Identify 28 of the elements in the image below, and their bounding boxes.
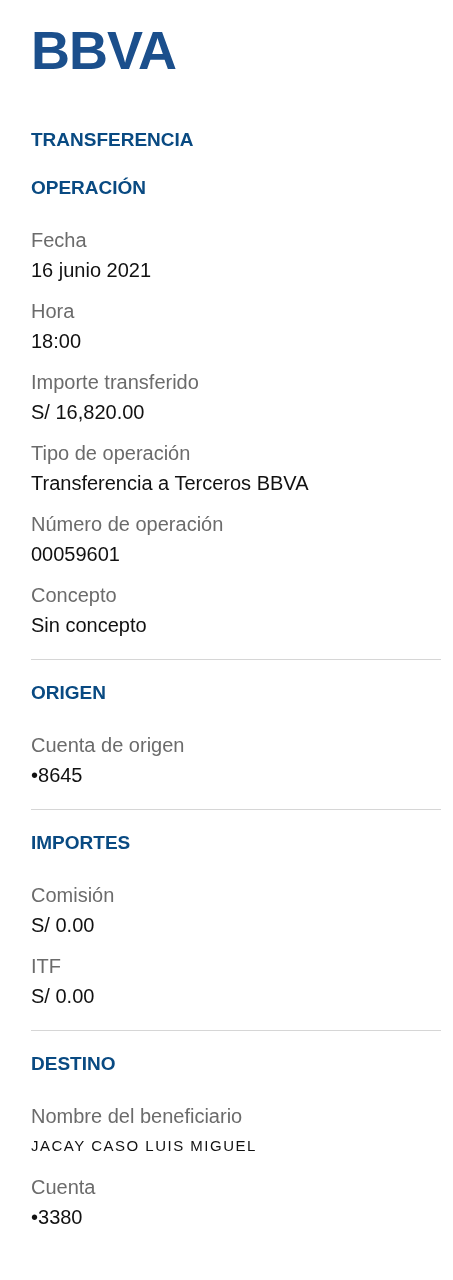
page-title: TRANSFERENCIA xyxy=(31,128,194,152)
field-value: •3380 xyxy=(31,1205,83,1230)
field-value: 00059601 xyxy=(31,542,120,567)
field-value: S/ 0.00 xyxy=(31,984,95,1009)
section-heading: IMPORTES xyxy=(31,831,131,855)
field-label: Comisión xyxy=(31,883,115,908)
field-value: •8645 xyxy=(31,763,83,788)
field-label: Concepto xyxy=(31,583,117,608)
field-label: Fecha xyxy=(31,228,87,253)
field-label: Cuenta de origen xyxy=(31,733,185,758)
field-value: Transferencia a Terceros BBVA xyxy=(31,471,309,496)
section-heading: ORIGEN xyxy=(31,681,106,705)
field-label: Cuenta xyxy=(31,1175,96,1200)
field-value: S/ 16,820.00 xyxy=(31,400,145,425)
field-value: Sin concepto xyxy=(31,613,147,638)
field-value: 16 junio 2021 xyxy=(31,258,152,283)
bank-logo: BBVA xyxy=(31,24,176,76)
field-label: ITF xyxy=(31,954,61,979)
field-label: Número de operación xyxy=(31,512,224,537)
field-label: Nombre del beneficiario xyxy=(31,1104,243,1129)
section-heading: OPERACIÓN xyxy=(31,176,147,200)
field-label: Importe transferido xyxy=(31,370,199,395)
field-value: 18:00 xyxy=(31,329,82,354)
field-value: JACAY CASO LUIS MIGUEL xyxy=(31,1136,257,1156)
field-value: S/ 0.00 xyxy=(31,913,95,938)
section-heading: DESTINO xyxy=(31,1052,116,1076)
field-label: Tipo de operación xyxy=(31,441,191,466)
field-label: Hora xyxy=(31,299,75,324)
